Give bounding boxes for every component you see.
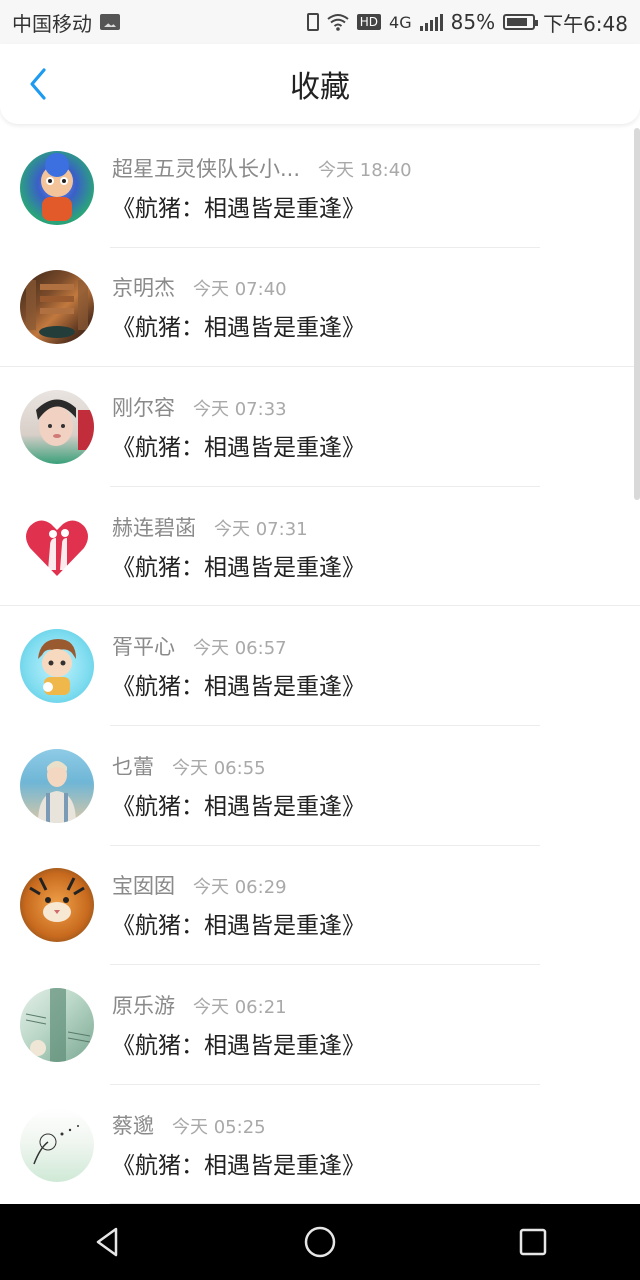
nav-home-button[interactable] [290, 1212, 350, 1272]
item-name: 京明杰 [112, 276, 175, 301]
list-item[interactable]: 刚尔容 今天 07:33 《航猪：相遇皆是重逢》 [0, 367, 640, 487]
item-time: 今天 06:29 [193, 877, 287, 899]
avatar [20, 987, 94, 1062]
item-time: 今天 06:55 [172, 757, 266, 779]
avatar [20, 629, 94, 704]
item-time: 今天 07:40 [193, 279, 287, 301]
avatar [20, 389, 94, 464]
item-time: 今天 07:31 [214, 518, 308, 540]
system-nav-bar [0, 1204, 640, 1280]
wifi-icon [327, 13, 349, 31]
list-item[interactable]: 胥平心 今天 06:57 《航猪：相遇皆是重逢》 [0, 606, 640, 726]
item-message: 《航猪：相遇皆是重逢》 [112, 315, 365, 342]
network-type-label: 4G [389, 12, 412, 32]
square-recents-icon [520, 1228, 547, 1256]
item-message: 《航猪：相遇皆是重逢》 [112, 195, 365, 222]
item-time: 今天 06:57 [193, 638, 287, 660]
list-item[interactable]: 蔡邈 今天 05:25 《航猪：相遇皆是重逢》 [0, 1085, 640, 1204]
avatar [20, 509, 94, 584]
item-message: 《航猪：相遇皆是重逢》 [112, 434, 365, 461]
carrier-label: 中国移动 [12, 11, 92, 36]
item-message: 《航猪：相遇皆是重逢》 [112, 913, 365, 940]
app-header: 收藏 [0, 44, 640, 124]
avatar [20, 868, 94, 943]
image-notification-icon [100, 14, 120, 30]
list-item[interactable]: 乜蕾 今天 06:55 《航猪：相遇皆是重逢》 [0, 726, 640, 846]
item-name: 刚尔容 [112, 395, 175, 420]
item-name: 超星五灵侠队长小... [112, 156, 301, 181]
list-item[interactable]: 赫连碧菡 今天 07:31 《航猪：相遇皆是重逢》 [0, 487, 640, 607]
list-item[interactable]: 原乐游 今天 06:21 《航猪：相遇皆是重逢》 [0, 965, 640, 1085]
avatar [20, 150, 94, 225]
item-name: 蔡邈 [112, 1113, 154, 1138]
signal-icon [419, 13, 443, 31]
back-button[interactable] [18, 62, 58, 106]
battery-percent: 85% [450, 10, 496, 34]
item-name: 宝囡囡 [112, 874, 175, 899]
page-title: 收藏 [290, 70, 350, 105]
item-time: 今天 06:21 [193, 996, 287, 1018]
status-bar: 中国移动 HD 4G 85% 下午6:48 [0, 0, 640, 44]
avatar [20, 1107, 94, 1182]
circle-home-icon [304, 1226, 336, 1258]
item-message: 《航猪：相遇皆是重逢》 [112, 674, 365, 701]
scrollbar[interactable] [634, 128, 640, 500]
item-name: 胥平心 [112, 635, 175, 660]
chevron-left-icon [30, 68, 46, 100]
item-name: 赫连碧菡 [112, 515, 196, 540]
item-time: 今天 18:40 [318, 159, 412, 181]
item-time: 今天 05:25 [172, 1116, 266, 1138]
avatar [20, 748, 94, 823]
item-message: 《航猪：相遇皆是重逢》 [112, 793, 365, 820]
item-message: 《航猪：相遇皆是重逢》 [112, 554, 365, 581]
item-name: 原乐游 [112, 993, 175, 1018]
triangle-back-icon [96, 1227, 117, 1257]
list-item[interactable]: 超星五灵侠队长小... 今天 18:40 《航猪：相遇皆是重逢》 [0, 128, 640, 248]
item-message: 《航猪：相遇皆是重逢》 [112, 1032, 365, 1059]
battery-icon [503, 14, 539, 30]
list-item[interactable]: 宝囡囡 今天 06:29 《航猪：相遇皆是重逢》 [0, 846, 640, 966]
item-message: 《航猪：相遇皆是重逢》 [112, 1152, 365, 1179]
item-time: 今天 07:33 [193, 398, 287, 420]
nav-back-button[interactable] [77, 1212, 137, 1272]
favorites-list[interactable]: 超星五灵侠队长小... 今天 18:40 《航猪：相遇皆是重逢》 京明杰 今天 … [0, 128, 640, 1204]
clock: 下午6:48 [543, 11, 628, 36]
item-name: 乜蕾 [112, 754, 154, 779]
list-item[interactable]: 京明杰 今天 07:40 《航猪：相遇皆是重逢》 [0, 248, 640, 368]
hd-badge: HD [356, 14, 382, 30]
nav-recents-button[interactable] [503, 1212, 563, 1272]
avatar [20, 270, 94, 345]
vibrate-icon [306, 13, 319, 31]
